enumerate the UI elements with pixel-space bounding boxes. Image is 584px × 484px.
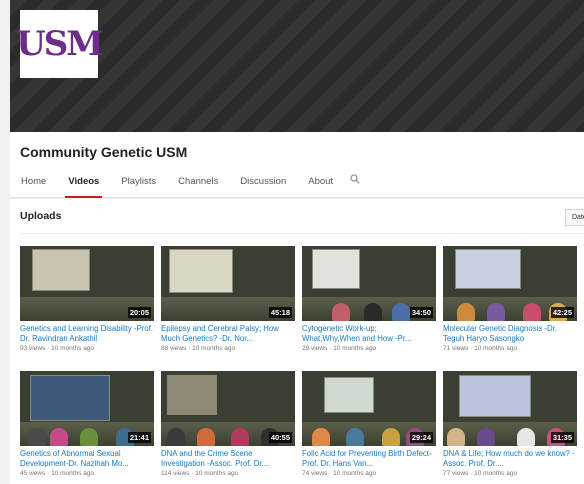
channel-header: Community Genetic USM Home Videos Playli… bbox=[10, 132, 584, 198]
left-gutter bbox=[0, 0, 10, 484]
video-title[interactable]: DNA & Life; How much do we know? -Assoc.… bbox=[443, 449, 577, 469]
video-meta: 93 views · 10 months ago bbox=[20, 345, 95, 352]
video-duration: 34:50 bbox=[409, 307, 433, 318]
uploads-title: Uploads bbox=[20, 210, 62, 222]
video-card[interactable]: 21:41 Genetics of Abnormal Sexual Develo… bbox=[20, 371, 154, 477]
tab-channels[interactable]: Channels bbox=[167, 172, 229, 198]
video-thumbnail[interactable]: 21:41 bbox=[20, 371, 154, 446]
video-card[interactable]: 29:24 Folic Acid for Preventing Birth De… bbox=[302, 371, 436, 477]
video-title[interactable]: Genetics and Learning Disability -Prof. … bbox=[20, 324, 154, 344]
video-thumbnail[interactable]: 31:35 bbox=[443, 371, 577, 446]
slide-screen bbox=[169, 249, 233, 293]
video-card[interactable]: 40:55 DNA and the Crime Scene Investigat… bbox=[161, 371, 295, 477]
tab-playlists[interactable]: Playlists bbox=[110, 172, 167, 198]
video-duration: 42:25 bbox=[550, 307, 574, 318]
video-thumbnail[interactable]: 42:25 bbox=[443, 246, 577, 321]
video-thumbnail[interactable]: 34:50 bbox=[302, 246, 436, 321]
video-duration: 45:18 bbox=[268, 307, 292, 318]
slide-screen bbox=[455, 249, 521, 289]
video-title[interactable]: DNA and the Crime Scene Investigation -A… bbox=[161, 449, 295, 469]
video-card[interactable]: 20:05 Genetics and Learning Disability -… bbox=[20, 246, 154, 352]
video-duration: 31:35 bbox=[550, 432, 574, 443]
slide-screen bbox=[30, 375, 110, 421]
channel-title[interactable]: Community Genetic USM bbox=[20, 144, 187, 160]
sort-date-button[interactable]: Date bbox=[565, 209, 584, 226]
slide-screen bbox=[324, 377, 374, 413]
video-meta: 114 views · 10 months ago bbox=[161, 470, 239, 477]
video-meta: 77 views · 10 months ago bbox=[443, 470, 518, 477]
video-card[interactable]: 34:50 Cytogenetic Work-up; What,Why,When… bbox=[302, 246, 436, 352]
slide-screen bbox=[312, 249, 360, 289]
video-thumbnail[interactable]: 20:05 bbox=[20, 246, 154, 321]
video-title[interactable]: Epilepsy and Cerebral Palsy; How Much Ge… bbox=[161, 324, 295, 344]
video-meta: 71 views · 10 months ago bbox=[443, 345, 518, 352]
channel-banner: USM bbox=[10, 0, 584, 132]
video-title[interactable]: Molecular Genetic Diagnosis -Dr. Teguh H… bbox=[443, 324, 577, 344]
video-meta: 88 views · 10 months ago bbox=[161, 345, 236, 352]
logo-text: USM bbox=[16, 24, 104, 64]
video-thumbnail[interactable]: 40:55 bbox=[161, 371, 295, 446]
video-duration: 29:24 bbox=[409, 432, 433, 443]
tab-about[interactable]: About bbox=[297, 172, 344, 198]
channel-tabs: Home Videos Playlists Channels Discussio… bbox=[10, 172, 368, 198]
video-meta: 45 views · 10 months ago bbox=[20, 470, 95, 477]
usm-logo-image: USM bbox=[16, 21, 104, 67]
video-duration: 20:05 bbox=[127, 307, 151, 318]
channel-logo[interactable]: USM bbox=[16, 10, 104, 78]
channel-page: USM Community Genetic USM Home Videos Pl… bbox=[0, 0, 584, 484]
section-divider bbox=[20, 233, 584, 234]
slide-screen bbox=[32, 249, 90, 291]
tab-discussion[interactable]: Discussion bbox=[229, 172, 297, 198]
video-title[interactable]: Cytogenetic Work-up; What,Why,When and H… bbox=[302, 324, 436, 344]
video-thumbnail[interactable]: 29:24 bbox=[302, 371, 436, 446]
video-meta: 29 views · 10 months ago bbox=[302, 345, 377, 352]
tab-videos[interactable]: Videos bbox=[57, 172, 110, 198]
tab-home[interactable]: Home bbox=[10, 172, 57, 198]
video-title[interactable]: Genetics of Abnormal Sexual Development-… bbox=[20, 449, 154, 469]
slide-screen bbox=[167, 375, 217, 415]
video-duration: 21:41 bbox=[127, 432, 151, 443]
video-card[interactable]: 42:25 Molecular Genetic Diagnosis -Dr. T… bbox=[443, 246, 577, 352]
video-title[interactable]: Folic Acid for Preventing Birth Defect-P… bbox=[302, 449, 436, 469]
video-card[interactable]: 45:18 Epilepsy and Cerebral Palsy; How M… bbox=[161, 246, 295, 352]
slide-screen bbox=[459, 375, 531, 417]
video-card[interactable]: 31:35 DNA & Life; How much do we know? -… bbox=[443, 371, 577, 477]
search-icon[interactable] bbox=[344, 172, 368, 198]
uploads-section: Uploads Date 20:05 Genetics and Learning… bbox=[10, 199, 584, 484]
video-duration: 40:55 bbox=[268, 432, 292, 443]
video-meta: 74 views · 10 months ago bbox=[302, 470, 377, 477]
video-thumbnail[interactable]: 45:18 bbox=[161, 246, 295, 321]
